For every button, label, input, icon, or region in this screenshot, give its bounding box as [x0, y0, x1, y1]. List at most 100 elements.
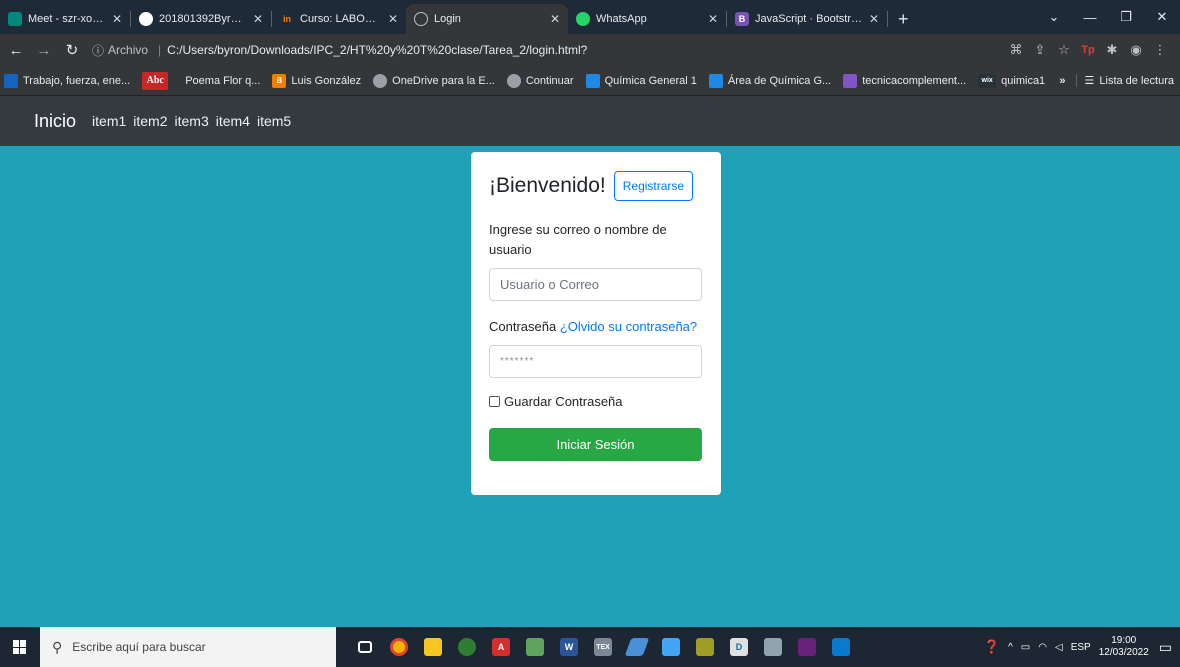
tab-title: Meet - szr-xoqj-n: [28, 13, 106, 25]
tab-title: Curso: LABORATORIO: [300, 13, 382, 25]
nav-item-5[interactable]: item5: [257, 113, 291, 129]
password-input[interactable]: *******: [489, 345, 702, 379]
bookmark-item[interactable]: Área de Química G...: [708, 73, 831, 88]
task-view-icon[interactable]: [348, 627, 382, 667]
vscode-icon[interactable]: [824, 627, 858, 667]
remember-password-checkbox[interactable]: [489, 396, 500, 408]
bookmark-item[interactable]: Continuar: [506, 73, 574, 88]
tab-title: 201801392ByronOvall: [159, 13, 247, 25]
close-icon[interactable]: ✕: [253, 12, 263, 26]
calculator-icon[interactable]: [688, 627, 722, 667]
new-tab-plus-icon[interactable]: +: [888, 4, 919, 34]
visual-studio-icon[interactable]: [790, 627, 824, 667]
reload-icon[interactable]: ↻: [60, 41, 84, 59]
windows-start-button[interactable]: [0, 627, 40, 667]
user-email-input[interactable]: Usuario o Correo: [489, 268, 702, 302]
bookmark-item[interactable]: Poema Flor q...: [185, 75, 260, 87]
login-submit-button[interactable]: Iniciar Sesión: [489, 428, 702, 462]
chrome-icon[interactable]: [382, 627, 416, 667]
nav-item-3[interactable]: item3: [175, 113, 209, 129]
tab-whatsapp[interactable]: WhatsApp ✕: [568, 4, 726, 34]
tab-github[interactable]: 201801392ByronOvall ✕: [131, 4, 271, 34]
design-app-icon[interactable]: D: [722, 627, 756, 667]
extensions-puzzle-icon[interactable]: ✱: [1100, 42, 1124, 58]
close-icon[interactable]: ✕: [550, 12, 560, 26]
pen-app-icon[interactable]: [620, 627, 654, 667]
help-icon[interactable]: ❓: [984, 639, 1000, 655]
word-icon[interactable]: W: [552, 627, 586, 667]
share-icon[interactable]: ⇪: [1028, 42, 1052, 58]
translate-icon[interactable]: ⌘: [1004, 42, 1028, 58]
whatsapp-icon: [576, 12, 590, 26]
latex-icon[interactable]: TEX: [586, 627, 620, 667]
close-icon[interactable]: ✕: [869, 12, 879, 26]
tab-course[interactable]: in Curso: LABORATORIO ✕: [272, 4, 406, 34]
register-button[interactable]: Registrarse: [613, 171, 694, 201]
nav-item-4[interactable]: item4: [216, 113, 250, 129]
close-icon[interactable]: ✕: [708, 12, 718, 26]
volume-icon[interactable]: ◁: [1055, 642, 1063, 653]
tab-bootstrap[interactable]: B JavaScript · Bootstrap ✕: [727, 4, 887, 34]
back-arrow-icon[interactable]: ←: [4, 42, 28, 59]
tab-search-chevron-icon[interactable]: ⌄: [1036, 9, 1072, 25]
close-icon[interactable]: ✕: [388, 12, 398, 26]
excel-like-icon[interactable]: [518, 627, 552, 667]
remember-password-checkbox-row[interactable]: Guardar Contraseña: [489, 394, 703, 409]
file-explorer-icon[interactable]: [416, 627, 450, 667]
login-card: ¡Bienvenido! Registrarse Ingrese su corr…: [471, 152, 721, 495]
url-omnibox[interactable]: ⓘ Archivo | C:/Users/byron/Downloads/IPC…: [92, 38, 1004, 62]
tray-chevron-up-icon[interactable]: ^: [1008, 642, 1013, 653]
bookmark-item[interactable]: tecnicacomplement...: [843, 73, 966, 88]
nav-item-2[interactable]: item2: [133, 113, 167, 129]
search-icon: ⚲: [52, 638, 63, 655]
tab-title: JavaScript · Bootstrap: [755, 13, 863, 25]
taskbar-clock[interactable]: 19:00 12/03/2022: [1099, 635, 1149, 660]
bookmark-item[interactable]: B Luis González: [272, 73, 361, 88]
tab-title: WhatsApp: [596, 13, 647, 25]
taskbar-pinned-apps: A W TEX D: [348, 627, 858, 667]
globe-icon: [373, 73, 388, 88]
bookmark-item[interactable]: Abc: [142, 71, 173, 90]
menu-kebab-icon[interactable]: ⋮: [1148, 42, 1172, 58]
more-bookmarks-chevron-icon[interactable]: »: [1059, 75, 1065, 87]
restore-icon[interactable]: ❐: [1108, 9, 1144, 25]
extension-tp-icon[interactable]: Tp: [1076, 44, 1100, 56]
navbar-brand-inicio[interactable]: Inicio: [34, 111, 76, 132]
nav-item-1[interactable]: item1: [92, 113, 126, 129]
forgot-password-link[interactable]: ¿Olvido su contraseña?: [560, 319, 697, 334]
close-window-icon[interactable]: ✕: [1144, 9, 1180, 25]
url-text: C:/Users/byron/Downloads/IPC_2/HT%20y%20…: [167, 43, 588, 57]
bookmark-item[interactable]: wix quimica1: [978, 73, 1045, 88]
tab-login[interactable]: Login ✕: [406, 4, 568, 34]
bookmark-favicon-icon: [4, 73, 18, 88]
minimize-icon[interactable]: —: [1072, 10, 1108, 25]
info-icon[interactable]: ⓘ: [92, 42, 104, 59]
password-label: Contraseña: [489, 319, 557, 335]
classroom-icon: [585, 73, 600, 88]
language-indicator[interactable]: ESP: [1071, 642, 1091, 653]
acrobat-icon[interactable]: A: [484, 627, 518, 667]
globe-icon: [414, 12, 428, 26]
close-icon[interactable]: ✕: [112, 12, 122, 26]
bookmark-star-icon[interactable]: ☆: [1052, 42, 1076, 58]
wifi-icon[interactable]: ◠: [1038, 642, 1047, 653]
user-field-label: Ingrese su correo o nombre de usuario: [489, 222, 667, 258]
taskbar-search-placeholder: Escribe aquí para buscar: [72, 640, 206, 654]
password-masked-value: *******: [500, 356, 535, 368]
network-icon[interactable]: ▭: [1021, 642, 1030, 653]
forward-arrow-icon[interactable]: →: [32, 42, 56, 59]
notifications-icon[interactable]: ▭: [1159, 639, 1172, 656]
url-scheme-label: Archivo: [108, 43, 149, 57]
taskbar-search-box[interactable]: ⚲ Escribe aquí para buscar: [40, 627, 336, 667]
bookmark-item[interactable]: Trabajo, fuerza, ene...: [4, 73, 130, 88]
app-green-icon[interactable]: [450, 627, 484, 667]
clock-time: 19:00: [1111, 634, 1137, 646]
network-app-icon[interactable]: [756, 627, 790, 667]
bookmark-item[interactable]: OneDrive para la E...: [373, 73, 495, 88]
reading-list-button[interactable]: ☰ Lista de lectura: [1075, 74, 1174, 87]
windows-logo-icon: [13, 640, 27, 654]
tab-meet[interactable]: Meet - szr-xoqj-n ✕: [0, 4, 130, 34]
cube-app-icon[interactable]: [654, 627, 688, 667]
bookmark-item[interactable]: Química General 1: [585, 73, 697, 88]
profile-avatar[interactable]: ◉: [1124, 42, 1148, 58]
